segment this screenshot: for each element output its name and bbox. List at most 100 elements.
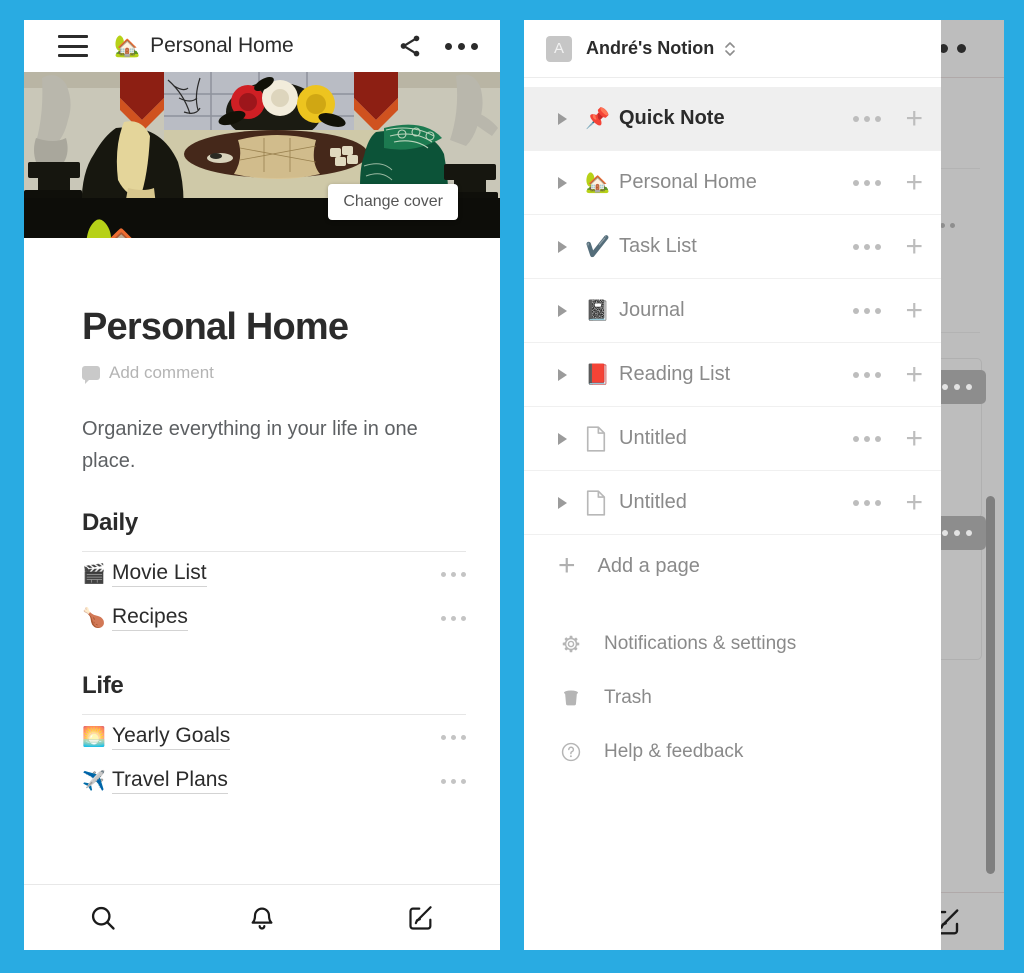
share-icon[interactable] [397, 33, 423, 59]
right-phone-panel: A André's Notion 📌 Quick Note + 🏡 Person… [524, 20, 1004, 950]
add-a-page-label: Add a page [597, 554, 700, 577]
add-a-page-button[interactable]: + Add a page [524, 535, 941, 597]
more-horizontal-icon[interactable] [853, 179, 882, 186]
bell-icon[interactable] [232, 895, 292, 941]
plus-icon[interactable]: + [905, 423, 923, 454]
trash-icon [558, 687, 584, 709]
section-daily: Daily 🎬 Movie List 🍗 Recipes [82, 509, 466, 640]
page-intro-text: Organize everything in your life in one … [82, 418, 418, 472]
pin-emoji: 📌 [585, 107, 610, 130]
topbar-page-emoji: 🏡 [114, 34, 141, 58]
hamburger-menu-icon[interactable] [58, 35, 88, 57]
compose-icon[interactable] [391, 895, 451, 941]
screen: 🏡 Personal Home Change cover Personal Ho… [0, 0, 1024, 973]
page-link-label: Recipes [112, 605, 188, 631]
sidebar-item-notifications-settings[interactable]: Notifications & settings [524, 617, 941, 671]
house-emoji: 🏡 [585, 171, 610, 194]
chevron-right-icon[interactable] [558, 432, 567, 445]
add-comment-button[interactable]: Add comment [82, 363, 466, 384]
sidebar-item-label: Untitled [619, 427, 687, 449]
page-link-label: Travel Plans [112, 768, 228, 794]
page-link-yearly-goals[interactable]: 🌅 Yearly Goals [82, 715, 466, 759]
sidebar-item-reading-list[interactable]: 📕 Reading List + [524, 343, 941, 407]
plus-icon[interactable]: + [905, 487, 923, 518]
more-horizontal-icon[interactable] [441, 571, 466, 577]
page-title[interactable]: Personal Home [82, 306, 466, 349]
sidebar-item-label: Help & feedback [604, 741, 744, 762]
page-link-travel-plans[interactable]: ✈️ Travel Plans [82, 759, 466, 803]
closed-book-emoji: 📕 [585, 363, 610, 386]
more-horizontal-icon[interactable] [853, 307, 882, 314]
gear-icon [558, 633, 584, 655]
more-horizontal-icon[interactable] [853, 115, 882, 122]
more-horizontal-icon[interactable] [441, 778, 466, 784]
sidebar-item-label: Reading List [619, 363, 731, 385]
chevron-up-down-icon [723, 39, 737, 59]
more-horizontal-icon[interactable] [445, 42, 478, 50]
left-phone-panel: 🏡 Personal Home Change cover Personal Ho… [24, 20, 500, 950]
more-horizontal-icon[interactable] [441, 615, 466, 621]
chevron-right-icon[interactable] [558, 304, 567, 317]
sidebar-item-journal[interactable]: 📓 Journal + [524, 279, 941, 343]
sidebar-utilities: Notifications & settings Trash Help & fe… [524, 617, 941, 779]
sidebar-item-label: Journal [619, 299, 685, 321]
chevron-right-icon[interactable] [558, 240, 567, 253]
chevron-right-icon[interactable] [558, 496, 567, 509]
section-heading: Daily [82, 509, 138, 536]
page-link-movie-list[interactable]: 🎬 Movie List [82, 552, 466, 596]
page-icon [585, 425, 607, 452]
page-icon [585, 489, 607, 516]
comment-icon [82, 366, 100, 384]
plus-icon[interactable]: + [905, 295, 923, 326]
airplane-emoji: ✈️ [82, 770, 106, 792]
chevron-right-icon[interactable] [558, 176, 567, 189]
vertical-scrollbar[interactable] [986, 496, 995, 874]
cover-image[interactable]: Change cover 🏡 [24, 72, 500, 238]
sidebar-item-task-list[interactable]: ✔️ Task List + [524, 215, 941, 279]
search-icon[interactable] [73, 895, 133, 941]
page-link-recipes[interactable]: 🍗 Recipes [82, 596, 466, 640]
sidebar-item-label: Quick Note [619, 107, 725, 129]
plus-icon: + [558, 549, 576, 582]
more-horizontal-icon[interactable] [853, 371, 882, 378]
change-cover-button[interactable]: Change cover [328, 184, 458, 220]
more-horizontal-icon[interactable] [853, 435, 882, 442]
sidebar-item-help-feedback[interactable]: Help & feedback [524, 725, 941, 779]
poultry-leg-emoji: 🍗 [82, 607, 106, 629]
page-emoji[interactable]: 🏡 [82, 220, 159, 239]
sidebar-item-untitled-2[interactable]: Untitled + [524, 471, 941, 535]
plus-icon[interactable]: + [905, 359, 923, 390]
sunrise-emoji: 🌅 [82, 726, 106, 748]
bottom-tab-bar [24, 884, 500, 950]
sidebar-item-label: Untitled [619, 491, 687, 513]
emoji-spacer [82, 238, 466, 298]
sidebar-item-untitled-1[interactable]: Untitled + [524, 407, 941, 471]
avatar: A [546, 35, 572, 62]
page-link-label: Movie List [112, 561, 207, 587]
more-horizontal-icon[interactable] [853, 499, 882, 506]
chevron-right-icon[interactable] [558, 112, 567, 125]
sidebar-item-quick-note[interactable]: 📌 Quick Note + [524, 87, 941, 151]
check-mark-emoji: ✔️ [585, 235, 610, 258]
clapper-board-emoji: 🎬 [82, 563, 106, 585]
page-link-label: Yearly Goals [112, 724, 231, 750]
help-circle-icon [558, 741, 584, 763]
section-life: Life 🌅 Yearly Goals ✈️ Travel Plans [82, 672, 466, 803]
plus-icon[interactable]: + [905, 231, 923, 262]
sidebar-item-label: Trash [604, 687, 652, 708]
topbar-title: Personal Home [150, 34, 294, 57]
chevron-right-icon[interactable] [558, 368, 567, 381]
plus-icon[interactable]: + [905, 103, 923, 134]
sidebar-item-trash[interactable]: Trash [524, 671, 941, 725]
add-comment-label: Add comment [109, 363, 214, 382]
section-heading: Life [82, 672, 124, 699]
more-horizontal-icon[interactable] [853, 243, 882, 250]
plus-icon[interactable]: + [905, 167, 923, 198]
more-horizontal-icon[interactable] [441, 734, 466, 740]
sidebar-page-list: 📌 Quick Note + 🏡 Personal Home + ✔️ Task… [524, 78, 941, 597]
sidebar-item-personal-home[interactable]: 🏡 Personal Home + [524, 151, 941, 215]
sidebar-item-label: Notifications & settings [604, 633, 797, 654]
workspace-switcher[interactable]: A André's Notion [524, 20, 941, 78]
sidebar-item-label: Task List [619, 235, 697, 257]
sidebar-overlay: A André's Notion 📌 Quick Note + 🏡 Person… [524, 20, 941, 950]
